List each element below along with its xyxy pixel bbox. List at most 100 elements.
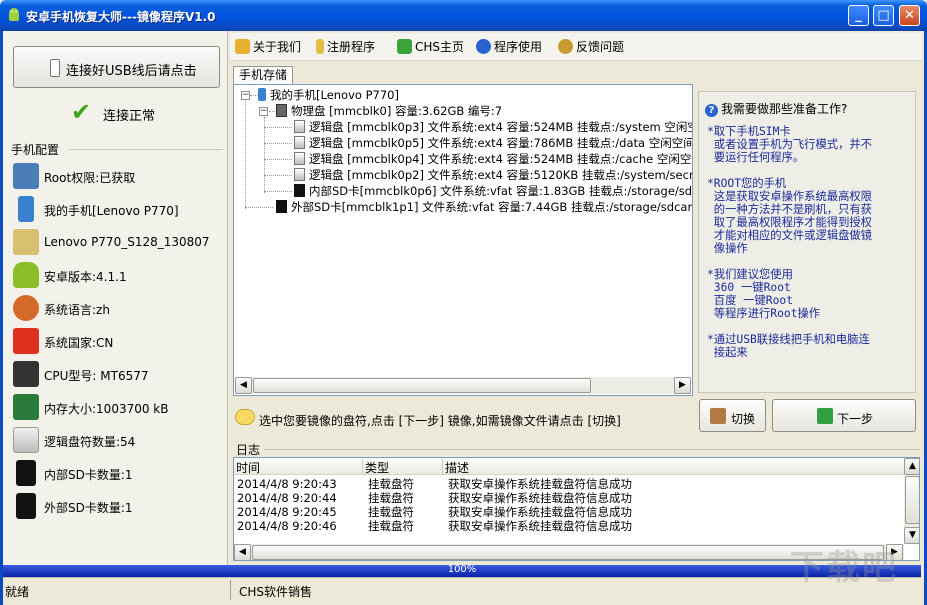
chs-home-button[interactable]: CHS主页 — [397, 38, 464, 56]
log-heading: 日志 — [236, 443, 261, 457]
config-item-label: 内部SD卡数量:1 — [44, 468, 133, 482]
config-item-firmware: Lenovo P770_S128_130807 — [11, 227, 226, 257]
program-usage-button[interactable]: 程序使用 — [476, 38, 542, 56]
log-vertical-scrollbar[interactable]: ▲ ▼ — [904, 458, 919, 544]
about-us-button[interactable]: 关于我们 — [235, 38, 301, 56]
config-item-label: 系统国家:CN — [44, 336, 114, 350]
home-icon — [397, 39, 412, 54]
android-icon — [13, 262, 39, 288]
config-item-label: 系统语言:zh — [44, 303, 110, 317]
tree-node-partition[interactable]: 逻辑盘 [mmcblk0p5] 文件系统:ext4 容量:786MB 挂载点:/… — [294, 135, 692, 151]
status-bar: 就绪 CHS软件销售 — [3, 577, 921, 602]
hint-text: 选中您要镜像的盘符,点击 [下一步] 镜像,如需镜像文件请点击 [切换] — [259, 414, 621, 428]
tree-node-label: 物理盘 [mmcblk0] 容量:3.62GB 编号:7 — [291, 104, 503, 118]
speech-bubble-icon — [235, 409, 255, 425]
minimize-button[interactable]: _ — [848, 5, 869, 26]
tree-line — [269, 111, 275, 112]
window-title: 安卓手机恢复大师---镜像程序V1.0 — [26, 10, 216, 24]
storage-tree[interactable]: − 我的手机[Lenovo P770] − 物理盘 [mmcblk0] 容量:3… — [233, 84, 693, 396]
close-button[interactable]: ✕ — [899, 5, 920, 26]
maximize-button[interactable]: □ — [873, 5, 894, 26]
disk-icon — [13, 427, 39, 453]
tree-node-partition[interactable]: 逻辑盘 [mmcblk0p2] 文件系统:ext4 容量:5120KB 挂载点:… — [294, 167, 692, 183]
column-header-time[interactable]: 时间 — [234, 459, 363, 475]
config-item-label: 外部SD卡数量:1 — [44, 501, 133, 515]
log-type: 挂载盘符 — [368, 477, 414, 491]
connect-usb-label: 连接好USB线后请点击 — [66, 64, 197, 79]
config-item-phone: 我的手机[Lenovo P770] — [11, 194, 226, 224]
gear-icon — [558, 39, 573, 54]
feedback-button[interactable]: 反馈问题 — [558, 38, 624, 56]
tree-horizontal-scrollbar[interactable]: ◀ ▶ — [235, 377, 691, 394]
physical-disk-icon — [276, 104, 287, 117]
tree-line — [264, 117, 265, 193]
scroll-up-button[interactable]: ▲ — [904, 458, 919, 475]
tree-node-partition[interactable]: 逻辑盘 [mmcblk0p4] 文件系统:ext4 容量:524MB 挂载点:/… — [294, 151, 692, 167]
program-usage-label: 程序使用 — [494, 40, 543, 54]
question-icon: ? — [705, 104, 718, 117]
log-time: 2014/4/8 9:20:46 — [237, 519, 337, 533]
tree-node-external-sd[interactable]: 外部SD卡[mmcblk1p1] 文件系统:vfat 容量:7.44GB 挂载点… — [276, 199, 693, 215]
preparation-title-label: 我需要做那些准备工作? — [721, 102, 848, 116]
checkmark-icon: ✔ — [71, 98, 92, 126]
flag-icon — [13, 328, 39, 354]
tree-line — [264, 175, 292, 176]
tree-line — [264, 143, 292, 144]
config-item-language: 系统语言:zh — [11, 293, 226, 323]
tab-phone-storage[interactable]: 手机存储 — [233, 66, 293, 84]
connect-usb-button[interactable]: 连接好USB线后请点击 — [13, 46, 220, 88]
status-ready: 就绪 — [5, 585, 30, 599]
tree-node-physical[interactable]: 物理盘 [mmcblk0] 容量:3.62GB 编号:7 — [276, 103, 502, 119]
logical-disk-icon — [294, 120, 305, 133]
scrollbar-thumb[interactable] — [905, 476, 919, 524]
memory-icon — [13, 394, 39, 420]
sdcard-icon — [16, 460, 36, 486]
switch-button[interactable]: 切换 — [699, 399, 766, 432]
config-item-label: Root权限:已获取 — [44, 171, 136, 185]
tree-line — [264, 191, 292, 192]
config-item-label: 逻辑盘符数量:54 — [44, 435, 136, 449]
tree-node-label: 外部SD卡[mmcblk1p1] 文件系统:vfat 容量:7.44GB 挂载点… — [291, 200, 693, 214]
config-item-country: 系统国家:CN — [11, 326, 226, 356]
config-item-android: 安卓版本:4.1.1 — [11, 260, 226, 290]
log-description: 获取安卓操作系统挂载盘符信息成功 — [448, 505, 632, 519]
next-step-button[interactable]: 下一步 — [772, 399, 916, 432]
book-icon — [235, 39, 250, 54]
scrollbar-thumb[interactable] — [253, 378, 591, 393]
status-vendor: CHS软件销售 — [239, 585, 313, 599]
config-heading: 手机配置 — [11, 143, 60, 157]
log-description: 获取安卓操作系统挂载盘符信息成功 — [448, 491, 632, 505]
scroll-right-button[interactable]: ▶ — [674, 377, 691, 394]
tree-node-phone[interactable]: 我的手机[Lenovo P770] — [258, 87, 399, 103]
register-button[interactable]: 注册程序 — [316, 38, 375, 56]
preparation-panel: ? 我需要做那些准备工作? *取下手机SIM卡 或者设置手机为飞行模式，并不 要运… — [698, 91, 916, 393]
preparation-step: *通过USB联接线把手机和电脑连 接起来 — [707, 333, 870, 359]
next-step-label: 下一步 — [837, 412, 874, 426]
android-app-icon — [6, 7, 22, 23]
tree-node-label: 逻辑盘 [mmcblk0p3] 文件系统:ext4 容量:524MB 挂载点:/… — [309, 120, 693, 134]
tree-collapse-icon[interactable]: − — [259, 107, 268, 116]
tree-node-internal-sd[interactable]: 内部SD卡[mmcblk0p6] 文件系统:vfat 容量:1.83GB 挂载点… — [294, 183, 692, 199]
log-type: 挂载盘符 — [368, 519, 414, 533]
scroll-left-button[interactable]: ◀ — [234, 544, 251, 560]
config-item-label: CPU型号: MT6577 — [44, 369, 149, 383]
chs-home-label: CHS主页 — [415, 40, 465, 54]
hint-bar: 选中您要镜像的盘符,点击 [下一步] 镜像,如需镜像文件请点击 [切换] — [233, 405, 693, 431]
toolbar: 关于我们 注册程序 CHS主页 程序使用 反馈问题 — [230, 33, 922, 61]
tree-node-partition[interactable]: 逻辑盘 [mmcblk0p3] 文件系统:ext4 容量:524MB 挂载点:/… — [294, 119, 693, 135]
language-icon — [13, 295, 39, 321]
tree-node-label: 我的手机[Lenovo P770] — [270, 88, 399, 102]
config-item-label: Lenovo P770_S128_130807 — [44, 235, 210, 249]
preparation-step: *取下手机SIM卡 或者设置手机为飞行模式，并不 要运行任何程序。 — [707, 125, 872, 164]
tree-line — [264, 127, 292, 128]
column-header-type[interactable]: 类型 — [363, 459, 443, 475]
scroll-left-button[interactable]: ◀ — [235, 377, 252, 394]
tree-collapse-icon[interactable]: − — [241, 91, 250, 100]
column-header-description[interactable]: 描述 — [443, 459, 904, 475]
config-divider — [69, 149, 223, 150]
tree-line — [250, 95, 258, 96]
log-divider — [264, 449, 920, 450]
title-bar: 安卓手机恢复大师---镜像程序V1.0 _ □ ✕ — [0, 0, 927, 31]
sdcard-icon — [276, 200, 287, 213]
log-description: 获取安卓操作系统挂载盘符信息成功 — [448, 519, 632, 533]
